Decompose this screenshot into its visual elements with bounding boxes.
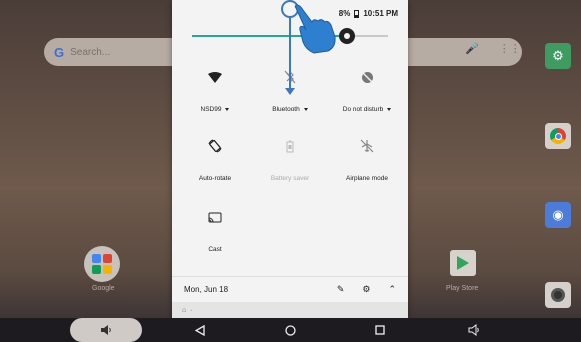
google-folder-label: Google	[92, 285, 115, 292]
tile-airplane-label: Airplane mode	[346, 175, 388, 182]
tile-airplane-mode[interactable]: Airplane mode	[328, 137, 406, 185]
edit-pencil-icon[interactable]: ✎	[337, 284, 345, 295]
battery-saver-icon	[251, 137, 329, 155]
volume-down-button[interactable]	[70, 318, 142, 342]
tile-cast[interactable]: Cast	[176, 208, 254, 256]
camera-app-icon[interactable]: ◉	[545, 202, 571, 228]
tile-dnd-label: Do not disturb	[342, 106, 384, 113]
chevron-down-icon[interactable]	[303, 108, 308, 111]
back-triangle-icon	[195, 324, 205, 336]
tile-battery-saver-label: Battery saver	[270, 175, 310, 182]
tile-wifi[interactable]: NSD99	[176, 68, 254, 116]
status-bar: 8% 10:51 PM	[339, 9, 398, 18]
pointing-hand-icon	[294, 4, 336, 54]
play-store-app-icon[interactable]	[450, 250, 476, 276]
airplane-mode-off-icon	[328, 137, 406, 155]
recents-square-icon	[375, 325, 385, 335]
chevron-down-icon[interactable]	[225, 108, 230, 111]
do-not-disturb-off-icon	[328, 68, 406, 86]
back-button[interactable]	[190, 318, 210, 342]
tile-do-not-disturb[interactable]: Do not disturb	[328, 68, 406, 116]
chevron-down-icon[interactable]	[387, 108, 392, 111]
play-store-label: Play Store	[446, 285, 479, 292]
tile-bluetooth-label: Bluetooth	[272, 106, 300, 113]
quick-settings-footer: Mon, Jun 18 ✎ ⚙ ⌃	[172, 276, 408, 302]
home-button[interactable]	[280, 318, 300, 342]
volume-up-icon	[468, 324, 479, 336]
home-notification-icon: ⌂	[182, 306, 187, 314]
separator-dot: ·	[190, 306, 193, 314]
apps-grid-icon[interactable]: ⋮⋮	[499, 42, 521, 55]
tile-auto-rotate[interactable]: Auto-rotate	[176, 137, 254, 185]
tile-cast-label: Cast	[208, 246, 222, 253]
chrome-app-icon[interactable]	[545, 123, 571, 149]
wifi-icon	[176, 68, 254, 86]
tile-battery-saver[interactable]: Battery saver	[251, 137, 329, 185]
cast-icon	[176, 208, 254, 226]
clock: 10:51 PM	[363, 9, 398, 18]
recents-button[interactable]	[370, 318, 390, 342]
settings-app-icon[interactable]: ⚙	[545, 43, 571, 69]
notification-row[interactable]: ⌂ ·	[172, 302, 408, 318]
microphone-icon[interactable]: 🎤	[465, 42, 479, 55]
auto-rotate-icon	[176, 137, 254, 155]
google-folder[interactable]	[84, 246, 120, 282]
google-logo-icon: G	[54, 44, 65, 60]
collapse-chevron-icon[interactable]: ⌃	[388, 284, 396, 295]
tile-auto-rotate-label: Auto-rotate	[198, 175, 232, 182]
battery-percent: 8%	[338, 9, 351, 18]
volume-down-icon	[101, 325, 111, 335]
swipe-down-arrow-icon	[285, 88, 295, 95]
settings-gear-icon[interactable]: ⚙	[362, 284, 370, 295]
volume-up-button[interactable]	[464, 318, 484, 342]
home-circle-icon	[284, 324, 296, 336]
battery-icon	[354, 9, 360, 18]
music-app-icon[interactable]	[545, 282, 571, 308]
brightness-thumb-icon[interactable]	[338, 28, 355, 44]
search-placeholder: Search...	[70, 46, 111, 58]
tile-wifi-label: NSD99	[200, 106, 222, 113]
date-label: Mon, Jun 18	[184, 285, 229, 294]
